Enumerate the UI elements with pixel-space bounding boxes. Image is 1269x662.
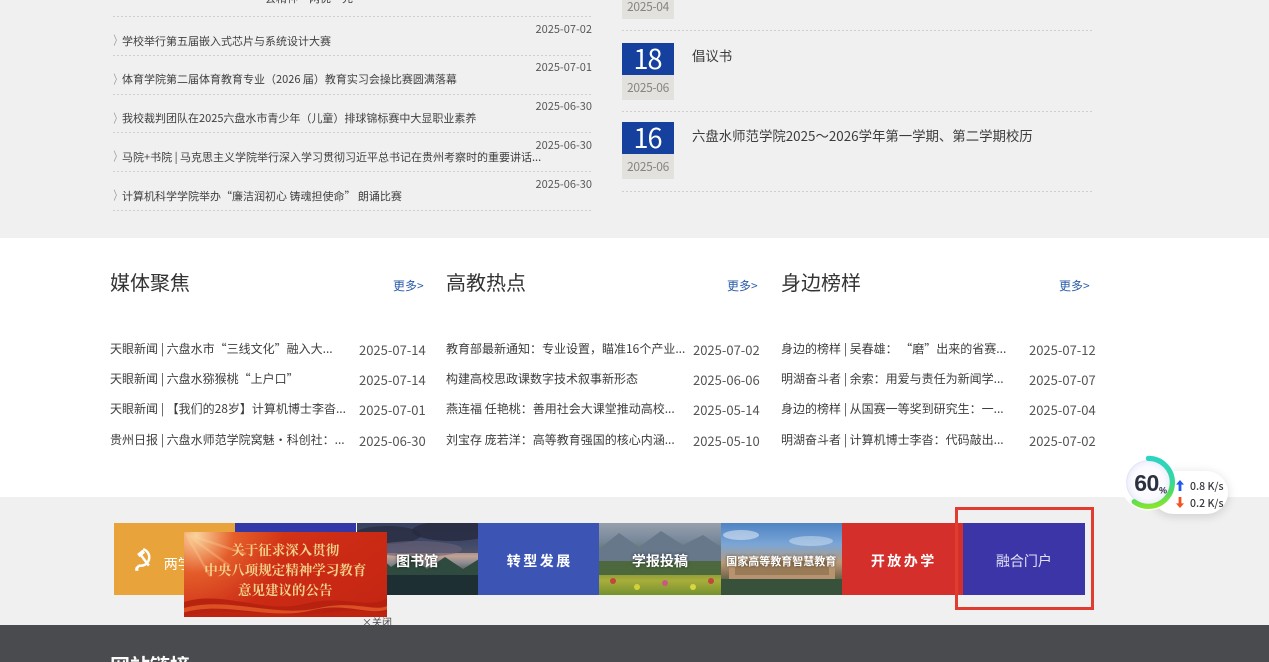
svg-text:%: % <box>1159 486 1167 496</box>
svg-text:60: 60 <box>1134 470 1159 496</box>
